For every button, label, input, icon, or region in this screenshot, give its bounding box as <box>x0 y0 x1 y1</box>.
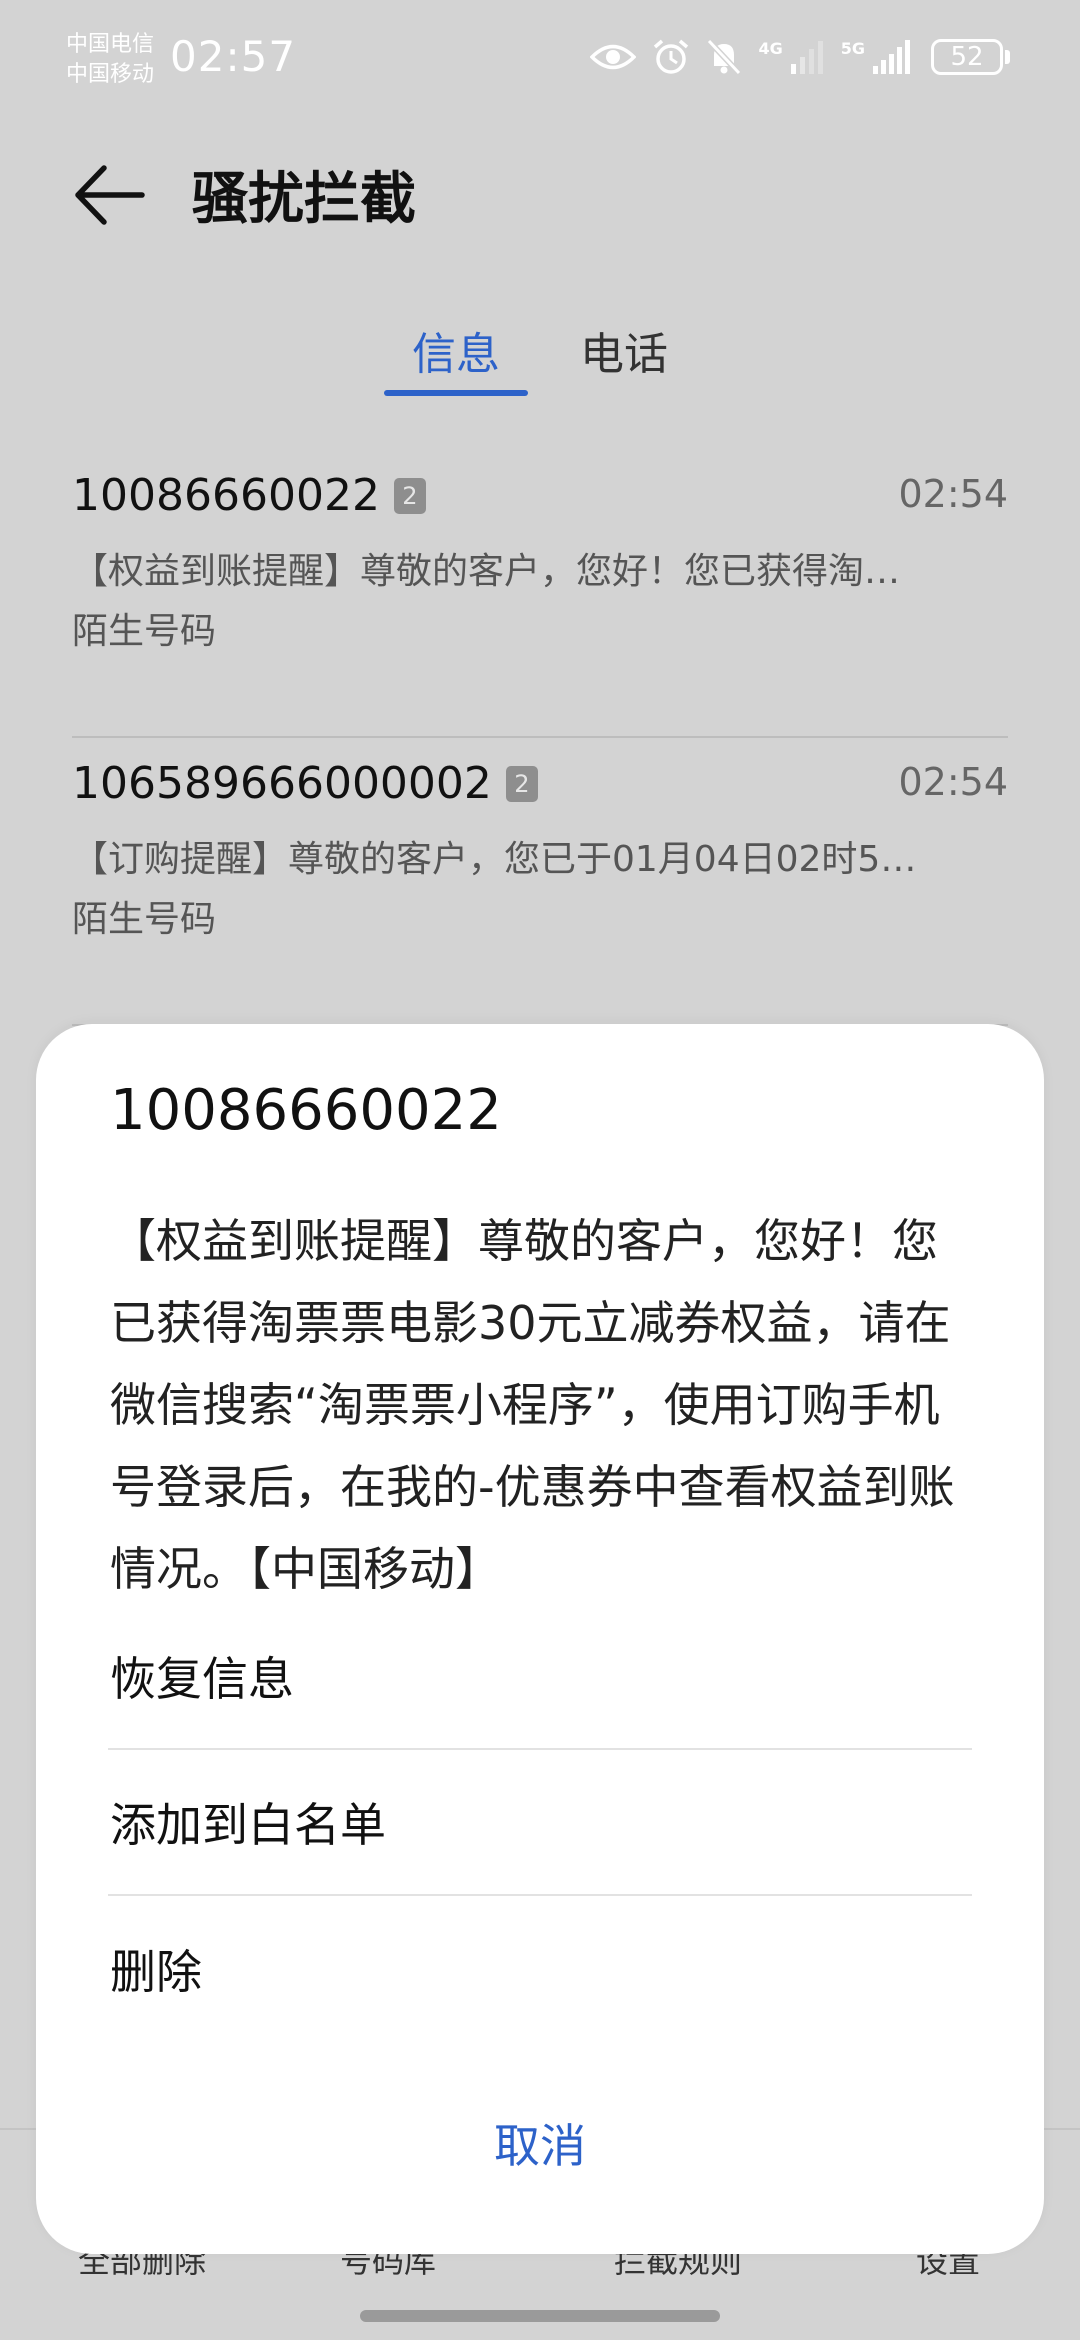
battery-tip <box>1005 50 1010 64</box>
battery-indicator: 52 <box>931 39 1010 75</box>
back-button[interactable] <box>70 160 150 230</box>
delete-button[interactable]: 删除 <box>108 1896 972 2042</box>
restore-message-button[interactable]: 恢复信息 <box>108 1604 972 1750</box>
screen: 中国电信 中国移动 02:57 4G 5G 52 骚扰拦截 信息 电话 1008… <box>0 0 1080 2340</box>
message-tag: 陌生号码 <box>72 899 217 940</box>
message-list: 10086660022 2 02:54 【权益到账提醒】尊敬的客户，您好！您已获… <box>72 450 1008 1026</box>
eye-icon <box>590 44 637 70</box>
message-action-sheet: 10086660022 【权益到账提醒】尊敬的客户，您好！您已获得淘票票电影30… <box>36 1024 1044 2254</box>
message-sender: 106589666000002 2 <box>72 758 538 809</box>
message-time: 02:54 <box>898 472 1008 516</box>
sender-number: 10086660022 <box>72 470 380 521</box>
sheet-message-body: 【权益到账提醒】尊敬的客户，您好！您已获得淘票票电影30元立减券权益，请在微信搜… <box>110 1214 955 1596</box>
signal-4g-icon <box>790 41 823 74</box>
list-item[interactable]: 106589666000002 2 02:54 【订购提醒】尊敬的客户，您已于0… <box>72 738 1008 1026</box>
list-item[interactable]: 10086660022 2 02:54 【权益到账提醒】尊敬的客户，您好！您已获… <box>72 450 1008 738</box>
battery-level: 52 <box>931 39 1003 75</box>
tab-bar: 信息 电话 <box>0 310 1080 400</box>
mute-bell-icon <box>707 38 742 76</box>
tab-calls[interactable]: 电话 <box>580 318 668 382</box>
carrier-2: 中国移动 <box>66 62 155 87</box>
back-arrow-icon <box>75 165 145 225</box>
alarm-icon <box>654 39 689 74</box>
sheet-actions: 恢复信息 添加到白名单 删除 <box>108 1604 972 2042</box>
network-5g-label: 5G <box>840 38 865 58</box>
message-preview: 【订购提醒】尊敬的客户，您已于01月04日02时5… <box>72 839 917 880</box>
status-time: 02:57 <box>170 32 297 81</box>
sheet-title: 10086660022 <box>110 1078 502 1143</box>
message-count-badge: 2 <box>505 765 538 802</box>
tab-messages[interactable]: 信息 <box>412 318 500 382</box>
message-sender: 10086660022 2 <box>72 470 426 521</box>
page-title: 骚扰拦截 <box>192 167 416 232</box>
carrier-info: 中国电信 中国移动 <box>66 30 154 90</box>
home-indicator[interactable] <box>360 2310 720 2322</box>
message-count-badge: 2 <box>393 477 426 514</box>
add-to-whitelist-button[interactable]: 添加到白名单 <box>108 1750 972 1896</box>
header: 骚扰拦截 <box>0 140 1080 250</box>
network-4g-label: 4G <box>758 38 783 58</box>
carrier-1: 中国电信 <box>66 32 155 57</box>
message-time: 02:54 <box>898 760 1008 804</box>
sender-number: 106589666000002 <box>72 758 492 809</box>
message-tag: 陌生号码 <box>72 611 217 652</box>
signal-5g-icon <box>873 40 910 74</box>
message-preview: 【权益到账提醒】尊敬的客户，您好！您已获得淘… <box>72 551 901 592</box>
status-bar: 中国电信 中国移动 02:57 4G 5G 52 <box>0 0 1080 110</box>
status-icons: 4G 5G 52 <box>590 38 1010 76</box>
cancel-button[interactable]: 取消 <box>36 2110 1044 2176</box>
tab-active-indicator <box>384 390 528 396</box>
